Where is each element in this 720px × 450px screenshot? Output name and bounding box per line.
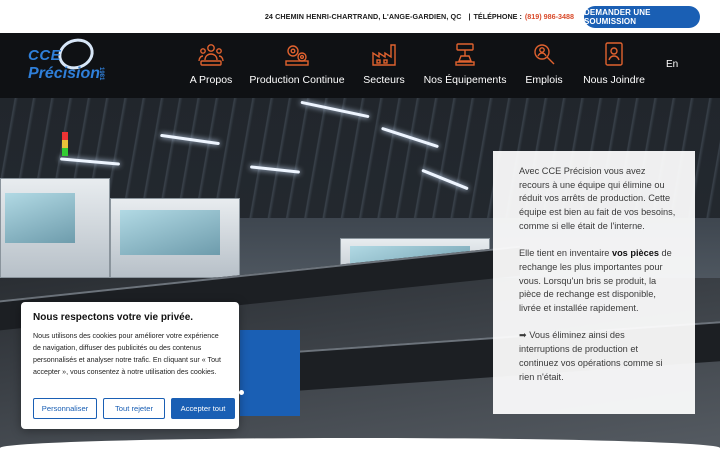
logo-text-precision: Précision [28,65,101,82]
nav-item-a-propos[interactable]: A Propos [190,33,232,98]
nav-label: Emplois [525,74,563,86]
text: Elle tient en inventaire [519,248,612,259]
cookie-consent-dialog: Nous respectons votre vie privée. Nous u… [21,302,239,429]
signal-tower-icon [62,132,68,156]
nav-item-nous-joindre[interactable]: Nous Joindre [583,33,645,98]
nav-label: Production Continue [249,74,345,86]
cookie-title: Nous respectons votre vie privée. [33,312,194,323]
main-nav: CCE Précision 1981 A Propos Production C… [0,33,720,98]
info-paragraph-2: Elle tient en inventaire vos pièces de r… [519,247,677,316]
slider-dot[interactable] [239,390,244,395]
job-search-icon [534,44,555,65]
nav-label: Secteurs [363,74,405,86]
blue-accent-block [240,330,300,416]
phone-label: TÉLÉPHONE : [473,12,522,21]
cookie-text: Nous utilisons des cookies pour améliore… [33,332,221,376]
nav-item-production-continue[interactable]: Production Continue [249,33,345,98]
nav-label: Nous Joindre [583,74,645,86]
phone-link[interactable]: (819) 986-3488 [525,12,574,21]
nav-label: Nos Équipements [423,74,507,86]
robot-arm-icon [455,43,475,66]
info-paragraph-3: ➡ Vous éliminez ainsi des interruptions … [519,330,663,382]
bold-text: vos pièces [611,248,659,259]
request-quote-button[interactable]: DEMANDER UNE SOUMISSION [584,5,700,28]
language-switch[interactable]: En [666,59,678,70]
nav-item-nos-equipements[interactable]: Nos Équipements [423,33,507,98]
company-logo[interactable]: CCE Précision 1981 [28,33,108,95]
machine-window [5,193,75,243]
separator: | [468,12,471,21]
factory-icon [372,44,396,66]
logo-year: 1981 [98,67,104,81]
team-icon [198,44,224,66]
address-text: 24 CHEMIN HENRI-CHARTRAND, L'ANGE-GARDIE… [264,12,462,21]
customize-button[interactable]: Personnaliser [33,398,97,419]
nav-label: A Propos [189,74,233,86]
nav-item-secteurs[interactable]: Secteurs [363,33,405,98]
top-bar: 24 CHEMIN HENRI-CHARTRAND, L'ANGE-GARDIE… [0,0,720,33]
info-card: Avec CCE Précision vous avez recours à u… [493,151,695,414]
accept-all-button[interactable]: Accepter tout [171,398,235,419]
contact-book-icon [605,42,623,66]
logo-text-cce: CCE [28,47,62,64]
gears-icon [285,45,309,66]
machine-window [120,210,220,255]
reject-all-button[interactable]: Tout rejeter [103,398,165,419]
info-paragraph-1: Avec CCE Précision vous avez recours à u… [519,166,676,231]
nav-item-emplois[interactable]: Emplois [525,33,563,98]
